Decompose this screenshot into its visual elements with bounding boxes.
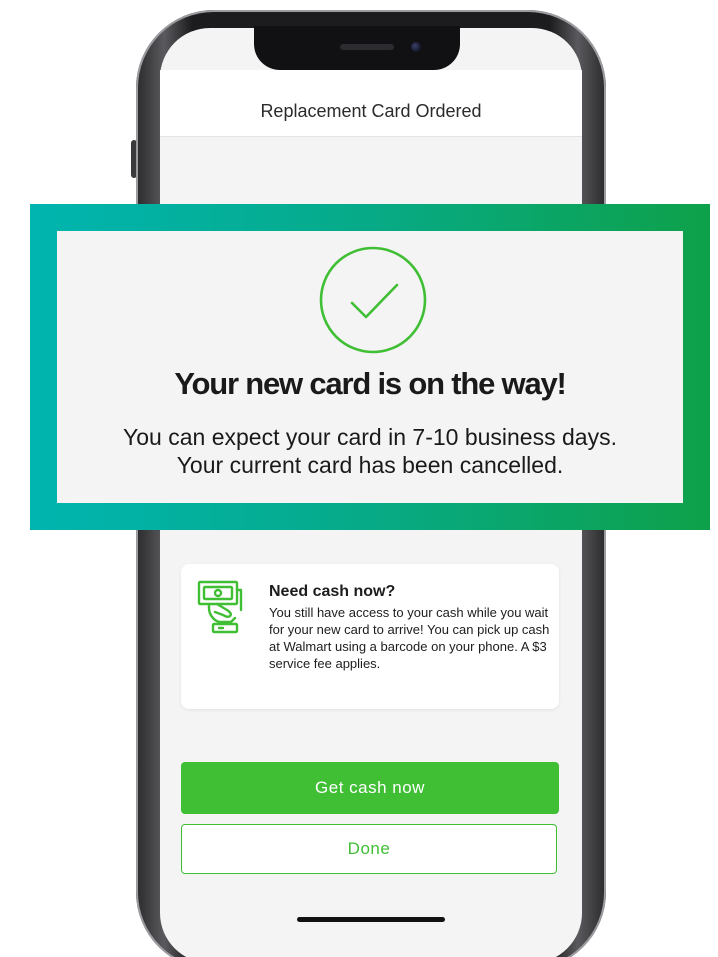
done-button[interactable]: Done xyxy=(181,824,557,874)
check-circle-icon xyxy=(319,246,427,354)
screen-title: Replacement Card Ordered xyxy=(260,101,482,121)
card-cancelled-text: Your current card has been cancelled. xyxy=(176,452,564,478)
confirmation-headline: Your new card is on the way! xyxy=(174,366,567,401)
confirmation-message: You can expect your card in 7-10 busines… xyxy=(57,423,683,479)
delivery-estimate-text: You can expect your card in 7-10 busines… xyxy=(123,424,617,450)
need-cash-title: Need cash now? xyxy=(269,583,396,600)
stage: Replacement Card Ordered Need cash now? … xyxy=(0,0,718,957)
phone-camera xyxy=(411,42,421,52)
phone-speaker xyxy=(340,44,394,50)
cash-hand-icon xyxy=(197,580,243,634)
get-cash-now-button[interactable]: Get cash now xyxy=(181,762,559,814)
need-cash-description: You still have access to your cash while… xyxy=(269,605,550,671)
home-indicator[interactable] xyxy=(297,917,445,922)
